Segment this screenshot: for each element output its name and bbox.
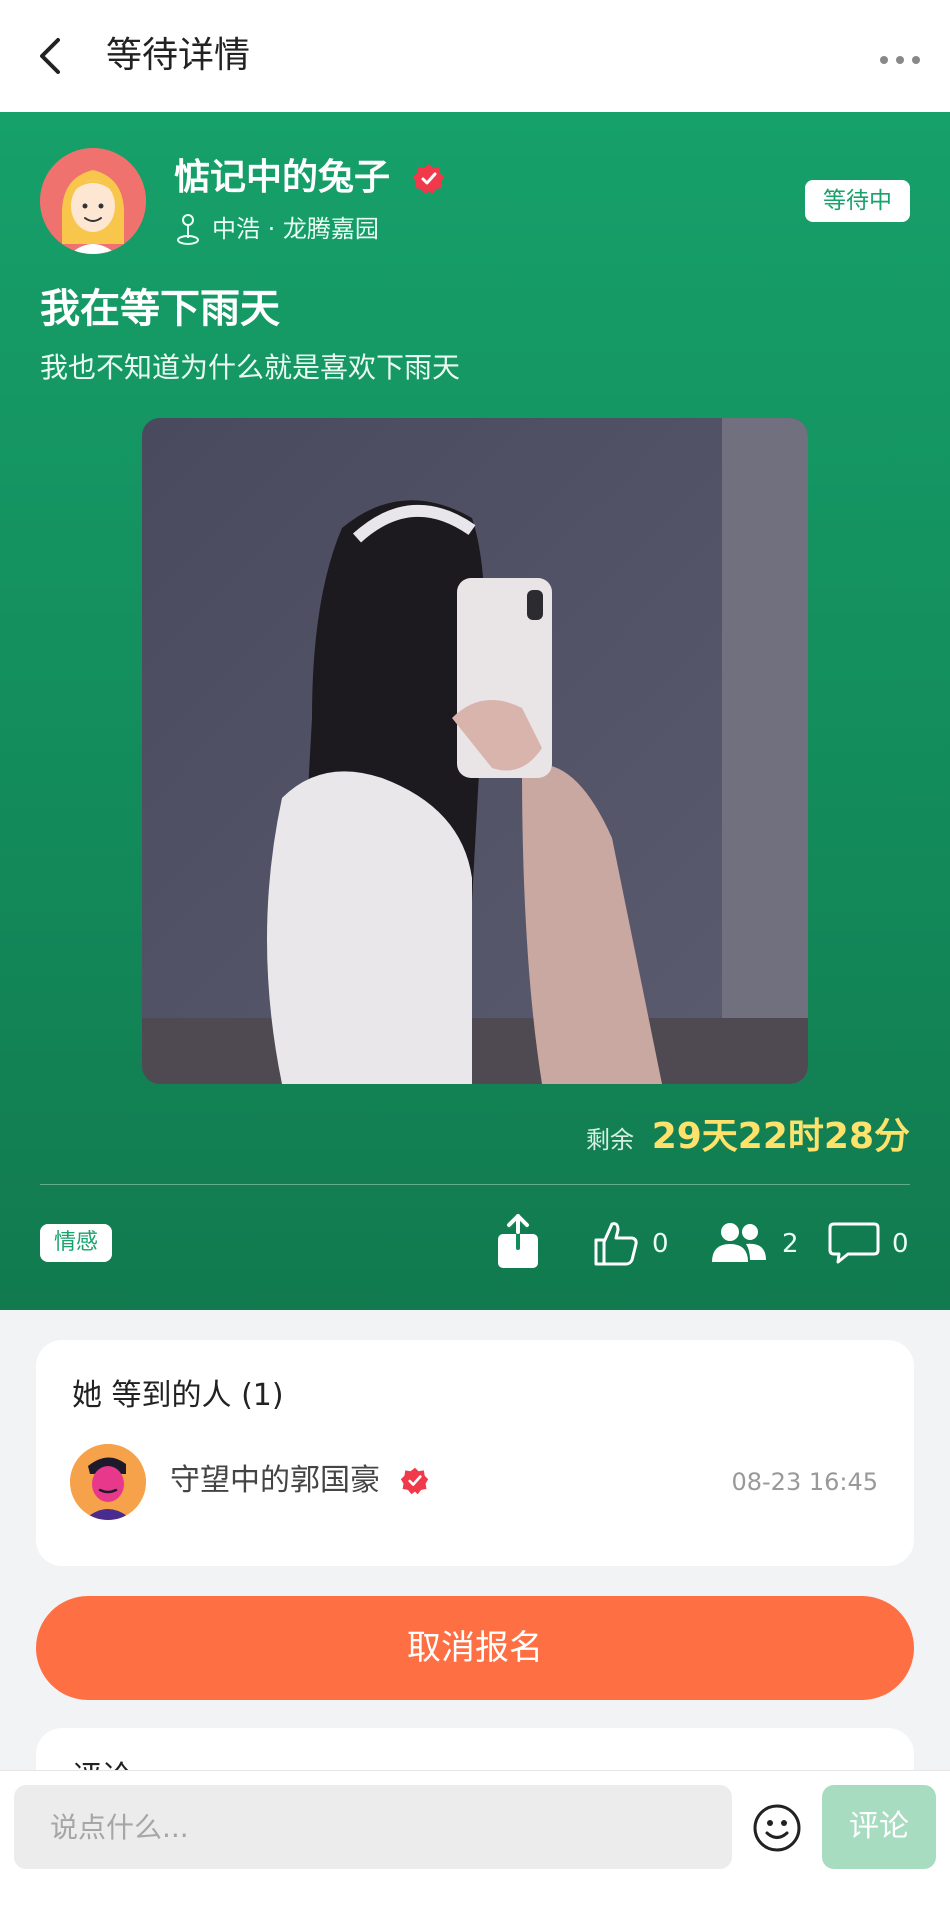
avatar[interactable] bbox=[40, 148, 146, 254]
avatar-illustration-icon bbox=[70, 1444, 146, 1520]
comment-bubble-icon[interactable] bbox=[828, 1220, 880, 1266]
divider bbox=[40, 1184, 910, 1185]
avatar-illustration-icon bbox=[40, 148, 146, 254]
share-icon[interactable] bbox=[494, 1214, 542, 1270]
people-count: 2 bbox=[782, 1229, 799, 1259]
chevron-left-icon[interactable] bbox=[30, 34, 74, 78]
comment-bar: 评论 bbox=[0, 1770, 950, 1920]
photo-image bbox=[142, 418, 808, 1084]
verified-badge-icon bbox=[413, 164, 444, 194]
author-name[interactable]: 惦记中的兔子 bbox=[174, 156, 390, 200]
comment-input[interactable] bbox=[14, 1785, 732, 1869]
post-hero: 惦记中的兔子 中浩 · 龙腾嘉园 等待中 我在等下雨天 我也不知道为什么就是喜欢… bbox=[0, 112, 950, 1310]
post-title: 我在等下雨天 bbox=[40, 286, 280, 332]
remaining-label: 剩余 bbox=[586, 1126, 634, 1154]
like-count: 0 bbox=[652, 1229, 669, 1259]
waited-person-name[interactable]: 守望中的郭国豪 bbox=[170, 1460, 380, 1502]
waited-person-time: 08-23 16:45 bbox=[731, 1468, 878, 1496]
emoji-icon[interactable] bbox=[752, 1803, 802, 1853]
top-bar: 等待详情 bbox=[0, 0, 950, 112]
category-tag[interactable]: 情感 bbox=[40, 1224, 113, 1262]
cancel-signup-button[interactable]: 取消报名 bbox=[36, 1596, 914, 1700]
more-dots-icon[interactable] bbox=[876, 36, 924, 84]
comment-count: 0 bbox=[892, 1229, 909, 1259]
verified-badge-icon bbox=[400, 1467, 429, 1495]
location-pin-icon bbox=[177, 214, 199, 245]
avatar[interactable] bbox=[70, 1444, 146, 1520]
location-text: 中浩 · 龙腾嘉园 bbox=[212, 215, 379, 243]
status-badge: 等待中 bbox=[805, 180, 910, 222]
remaining-countdown: 29天22时28分 bbox=[651, 1116, 910, 1157]
thumbs-up-icon[interactable] bbox=[592, 1218, 640, 1268]
post-description: 我也不知道为什么就是喜欢下雨天 bbox=[40, 351, 461, 384]
page-title: 等待详情 bbox=[106, 35, 251, 76]
waited-people-title: 她 等到的人 (1) bbox=[72, 1378, 284, 1413]
post-photo[interactable] bbox=[142, 418, 808, 1084]
people-icon[interactable] bbox=[710, 1220, 768, 1266]
submit-comment-button[interactable]: 评论 bbox=[822, 1785, 936, 1869]
waited-people-card: 她 等到的人 (1) 守望中的郭国豪 08-23 16:45 bbox=[36, 1340, 914, 1566]
